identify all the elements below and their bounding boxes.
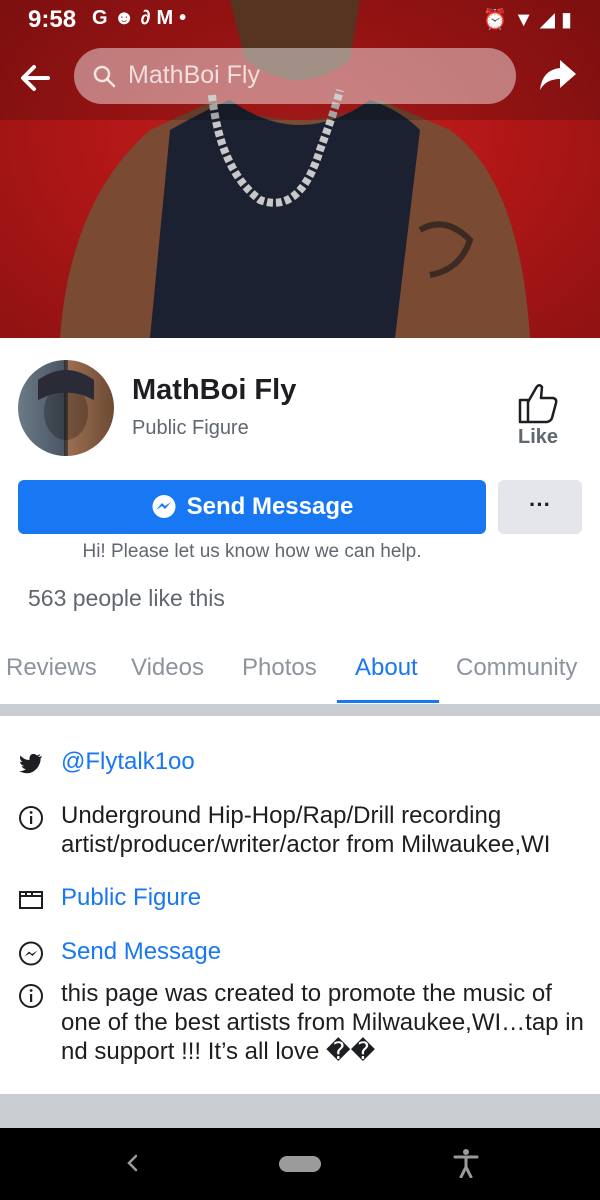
like-button[interactable]: Like [506,380,570,450]
alarm-icon: ⏰ [482,9,514,31]
top-bar: MathBoi Fly [0,44,600,108]
accessibility-icon[interactable] [452,1148,480,1178]
share-button[interactable] [536,54,580,98]
more-options-button[interactable]: ··· [498,480,582,534]
avatar-image [38,360,94,456]
avatar[interactable] [18,360,114,456]
send-message-button[interactable]: Send Message [18,480,486,534]
status-time: 9:58 [28,6,77,33]
wifi-icon: ▼ [513,9,540,31]
nav-home-button[interactable] [279,1156,321,1172]
search-bar[interactable]: MathBoi Fly [74,48,516,104]
status-bar: 9:58 G☻∂M• ⏰▼◢▮ [0,0,600,38]
send-message-link[interactable]: Send Message [61,937,586,966]
description-text: this page was created to promote the mus… [61,980,584,1065]
page-name: MathBoi Fly [132,374,297,406]
tab-about[interactable]: About [355,654,418,682]
search-icon [93,65,116,88]
back-button[interactable] [14,56,58,100]
send-message-label: Send Message [186,493,354,520]
share-arrow-icon [540,60,576,90]
thumbs-up-icon [518,384,558,424]
signal-icon: ◢ [539,9,561,31]
gmail-icon: M [156,7,180,29]
bottom-divider [0,1094,600,1128]
twitter-handle[interactable]: @Flytalk1oo [61,747,586,776]
tab-community[interactable]: Community [456,654,577,682]
messenger-icon [152,495,176,518]
page-tabs: Reviews Videos Photos About Community [0,640,600,704]
info-icon [19,806,43,830]
likes-count: 563 people like this [28,585,225,611]
tab-reviews[interactable]: Reviews [6,654,97,682]
info-icon [19,984,43,1008]
tab-videos[interactable]: Videos [131,654,204,682]
bio-text: Underground Hip-Hop/Rap/Drill recording … [61,802,551,858]
back-arrow-icon [21,65,50,91]
search-text: MathBoi Fly [128,61,260,89]
messenger-icon [19,941,43,966]
active-tab-indicator [337,700,439,703]
category-icon [19,891,43,909]
nav-back-icon[interactable] [122,1152,144,1174]
dot-icon: • [179,7,193,29]
link-icon: ∂ [140,7,157,29]
help-text: Hi! Please let us know how we can help. [82,541,422,562]
notification-icons: G☻∂M• [92,7,192,30]
page-category: Public Figure [132,417,249,439]
system-nav-bar [0,1128,600,1200]
like-label: Like [517,426,559,448]
category-link[interactable]: Public Figure [61,883,586,912]
google-icon: G [92,7,114,29]
section-divider [0,704,600,716]
tab-photos[interactable]: Photos [242,654,317,682]
twitter-icon [19,753,42,774]
reddit-icon: ☻ [113,7,141,29]
system-icons: ⏰▼◢▮ [483,7,578,32]
battery-icon: ▮ [560,9,578,31]
